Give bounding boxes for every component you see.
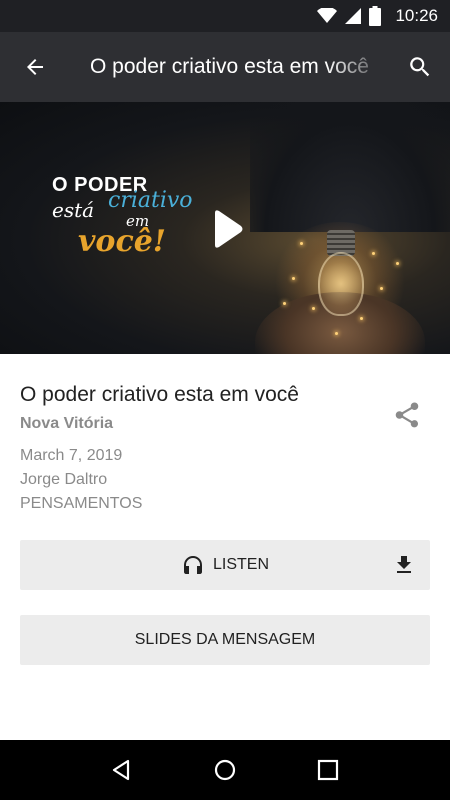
spark <box>300 242 303 245</box>
hero-word-esta: está <box>52 198 95 222</box>
back-button[interactable] <box>0 32 70 102</box>
church-name: Nova Vitória <box>20 415 114 432</box>
nav-recents-icon <box>318 759 339 781</box>
spark <box>335 332 338 335</box>
nav-back-icon <box>112 759 129 781</box>
spark <box>380 287 383 290</box>
listen-label-wrap: LISTEN <box>181 553 269 577</box>
hero-word-voce: você! <box>78 224 166 259</box>
search-icon <box>410 57 430 77</box>
system-nav-bar <box>0 740 450 800</box>
person-silhouette <box>250 102 450 232</box>
nav-recents-button[interactable] <box>308 750 348 790</box>
share-button[interactable] <box>391 399 423 431</box>
hero-line-esta-criativo: está criativo em <box>52 188 193 230</box>
wifi-icon <box>317 8 338 24</box>
signal-icon <box>345 8 362 24</box>
app-bar-title: O poder criativo esta em você <box>90 55 369 78</box>
app-bar: O poder criativo esta em você <box>0 32 450 102</box>
message-title: O poder criativo esta em você <box>20 383 299 406</box>
light-bulb <box>318 252 364 316</box>
spark <box>372 252 375 255</box>
play-button[interactable] <box>209 209 245 249</box>
spark <box>283 302 286 305</box>
status-bar: 10:26 <box>0 0 450 32</box>
message-date: March 7, 2019 <box>20 447 123 464</box>
nav-home-icon <box>214 759 236 781</box>
slides-button[interactable]: SLIDES DA MENSAGEM <box>20 615 430 665</box>
back-arrow-icon <box>27 59 43 75</box>
listen-button[interactable]: LISTEN <box>20 540 430 590</box>
slides-label: SLIDES DA MENSAGEM <box>134 631 316 648</box>
spark <box>360 317 363 320</box>
download-button[interactable] <box>392 553 416 577</box>
search-button[interactable] <box>390 32 450 102</box>
spark <box>312 307 315 310</box>
share-icon <box>395 402 419 428</box>
headphones-icon <box>183 556 202 574</box>
listen-label: LISTEN <box>212 556 269 573</box>
speaker-name: Jorge Daltro <box>20 471 108 488</box>
hero-word-criativo: criativo <box>108 188 193 213</box>
spark <box>292 277 295 280</box>
spark <box>396 262 399 265</box>
hero-title-art: O PODER está criativo em você! <box>52 174 193 259</box>
download-icon <box>397 556 411 573</box>
battery-icon <box>369 6 382 26</box>
series-name: PENSAMENTOS <box>20 495 143 512</box>
status-time: 10:26 <box>395 6 438 25</box>
nav-back-button[interactable] <box>102 750 142 790</box>
nav-home-button[interactable] <box>205 750 245 790</box>
play-icon <box>215 210 243 248</box>
